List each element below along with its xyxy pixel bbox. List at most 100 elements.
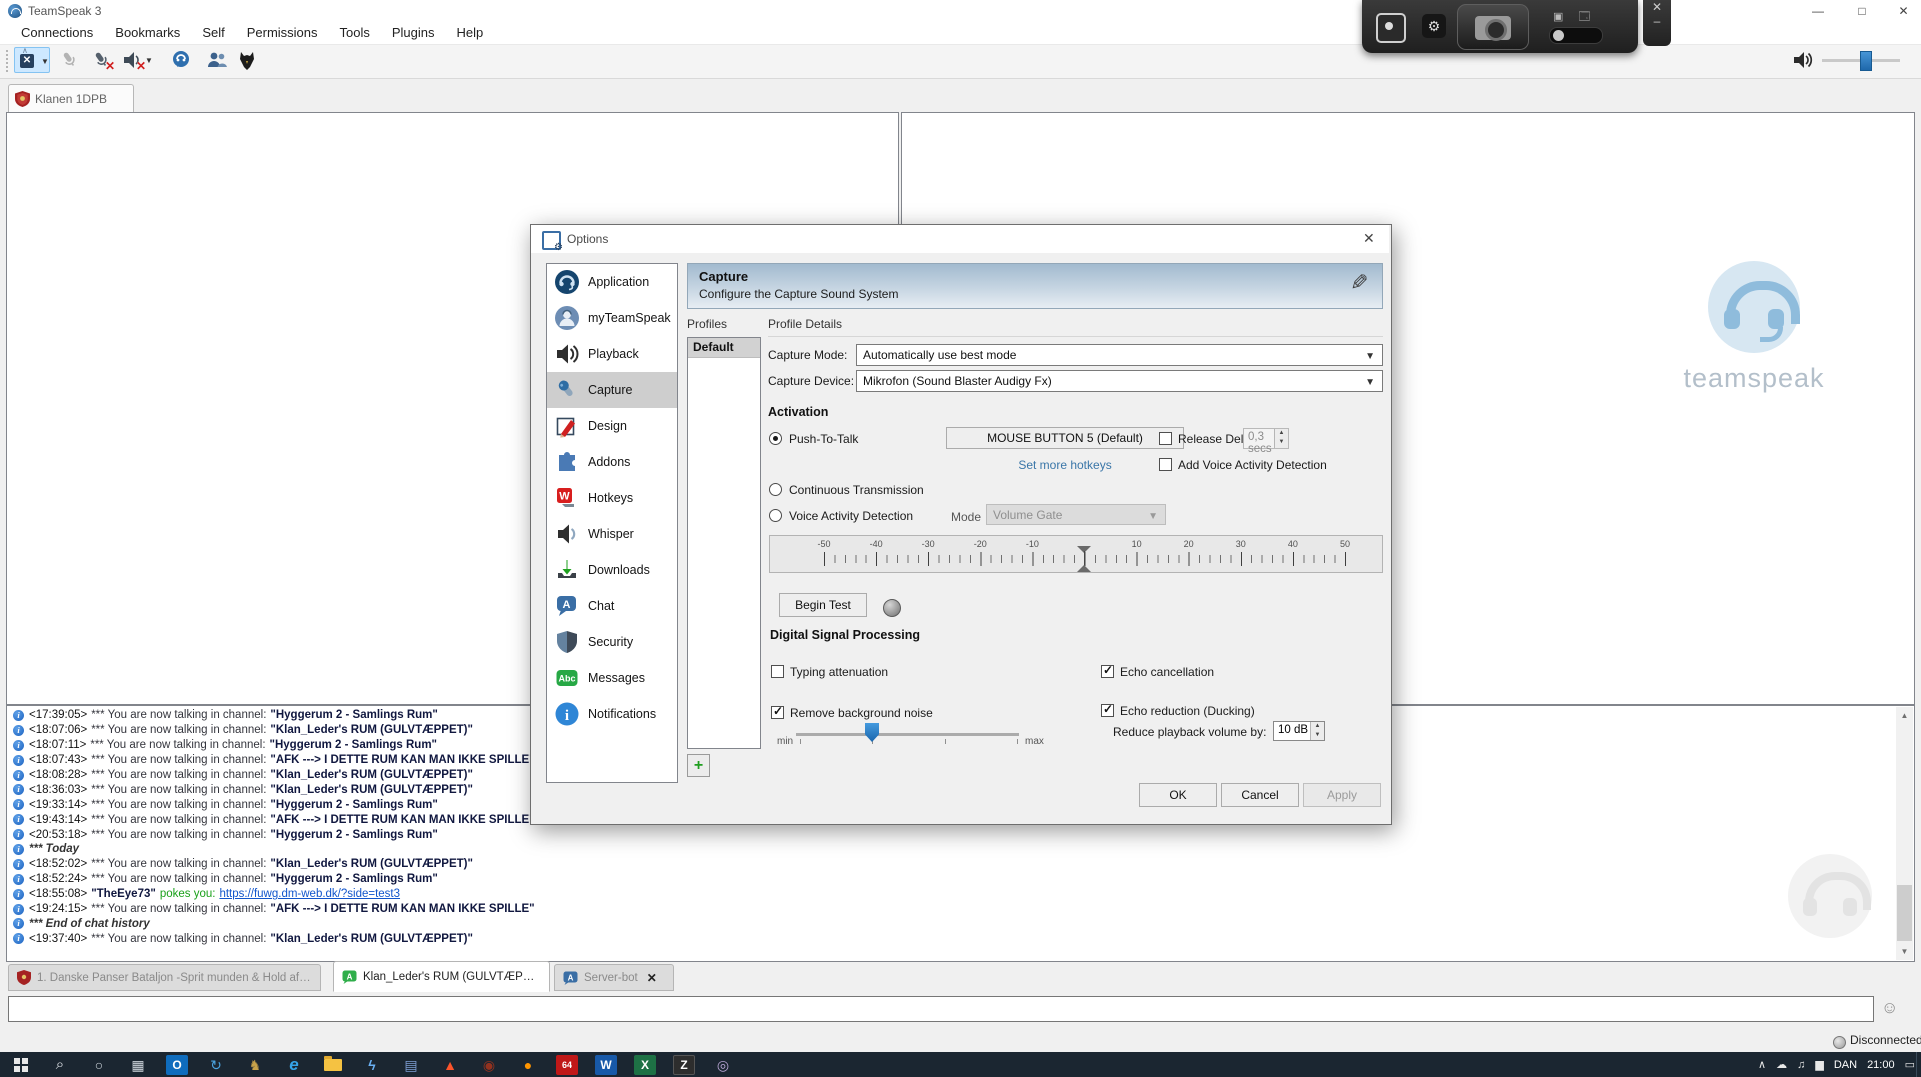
window-maximize-button[interactable]: □	[1842, 0, 1882, 22]
cancel-button[interactable]: Cancel	[1221, 783, 1299, 807]
away-toggle-button[interactable]: ∧ ✕ ▼	[14, 47, 50, 73]
taskbar-icon-search[interactable]: ⌕	[49, 1055, 71, 1075]
menu-item-permissions[interactable]: Permissions	[236, 22, 329, 44]
photo-video-toggle[interactable]: ▣ 🗔	[1547, 8, 1621, 46]
echo-reduction-checkbox[interactable]	[1101, 704, 1114, 717]
add-profile-button[interactable]: +	[687, 754, 710, 777]
continuous-transmission-radio[interactable]	[769, 483, 782, 496]
reduce-playback-spinner[interactable]: 10 dB ▲▼	[1273, 721, 1325, 741]
sidebar-item-notifications[interactable]: iNotifications	[547, 696, 677, 732]
chat-tab-1[interactable]: 1. Danske Panser Bataljon -Sprit munden …	[8, 964, 321, 991]
vad-radio[interactable]	[769, 509, 782, 522]
profiles-list[interactable]: Default	[687, 337, 761, 749]
ok-button[interactable]: OK	[1139, 783, 1217, 807]
taskbar-icon-sync[interactable]: ↻	[205, 1055, 227, 1075]
sidebar-item-design[interactable]: Design	[547, 408, 677, 444]
add-vad-checkbox[interactable]	[1159, 458, 1172, 471]
taskbar-icon-64[interactable]: 64	[556, 1055, 578, 1075]
volume-slider-handle[interactable]	[1860, 51, 1872, 71]
echo-cancellation-checkbox[interactable]	[1101, 665, 1114, 678]
background-noise-slider[interactable]: min max	[769, 723, 1059, 749]
tray-chevron-icon[interactable]: ∧	[1758, 1058, 1766, 1071]
taskbar-icon-swirl[interactable]: ◎	[712, 1055, 734, 1075]
menu-item-self[interactable]: Self	[191, 22, 235, 44]
taskbar-icon-floppy[interactable]: ▤	[400, 1055, 422, 1075]
taskbar-icon-brave[interactable]: ▲	[439, 1055, 461, 1075]
push-to-talk-radio[interactable]	[769, 432, 782, 445]
spinner-arrows-icon[interactable]: ▲▼	[1310, 722, 1324, 740]
taskbar-icon-firefox[interactable]: ●	[517, 1055, 539, 1075]
taskbar-icon-explorer[interactable]	[322, 1055, 344, 1075]
sidebar-item-hotkeys[interactable]: WHotkeys	[547, 480, 677, 516]
contacts-button[interactable]	[205, 47, 227, 73]
server-tab-klanen[interactable]: Klanen 1DPB	[8, 84, 134, 112]
sidebar-item-security[interactable]: Security	[547, 624, 677, 660]
mute-microphone-button[interactable]: ✕	[90, 47, 112, 73]
sidebar-item-downloads[interactable]: Downloads	[547, 552, 677, 588]
overlay-close-icon[interactable]: ✕	[1643, 0, 1671, 14]
wolf-plugin-button[interactable]	[237, 47, 259, 73]
sidebar-item-application[interactable]: Application	[547, 264, 677, 300]
chat-tab-2[interactable]: AKlan_Leder's RUM (GULVTÆPPET)	[333, 961, 550, 992]
capture-disabled-button[interactable]	[58, 47, 80, 73]
release-delay-checkbox[interactable]	[1159, 432, 1172, 445]
release-delay-spinner[interactable]: 0,3 secs ▲▼	[1243, 428, 1289, 449]
scroll-down-icon[interactable]: ▼	[1896, 943, 1913, 960]
tray-clock[interactable]: 21:00	[1867, 1059, 1895, 1071]
notification-center-icon[interactable]: ▭	[1905, 1058, 1915, 1071]
screenshot-settings-button[interactable]: ⚙	[1422, 14, 1446, 38]
taskbar-icon-edge[interactable]: e	[283, 1055, 305, 1075]
sidebar-item-playback[interactable]: Playback	[547, 336, 677, 372]
push-to-talk-hotkey-button[interactable]: MOUSE BUTTON 5 (Default)	[946, 427, 1184, 449]
tray-icon-2[interactable]: ▆	[1815, 1058, 1823, 1071]
taskbar-icon-start[interactable]	[10, 1055, 32, 1075]
taskbar-icon-wargaming[interactable]: ◉	[478, 1055, 500, 1075]
taskbar-icon-zip[interactable]: Z	[673, 1055, 695, 1075]
dialog-close-button[interactable]: ✕	[1363, 230, 1375, 247]
slider-handle[interactable]	[865, 723, 879, 742]
chat-input[interactable]	[8, 996, 1874, 1022]
taskbar-icon-word[interactable]: W	[595, 1055, 617, 1075]
tray-icon-1[interactable]: ♫	[1797, 1059, 1805, 1071]
emoticon-button[interactable]: ☺	[1881, 998, 1898, 1018]
voice-level-meter[interactable]: -50-40-30-20-101020304050	[769, 535, 1383, 573]
begin-test-button[interactable]: Begin Test	[779, 593, 867, 617]
chat-tab-3[interactable]: AServer-bot✕	[554, 964, 674, 991]
chat-scrollbar[interactable]: ▲ ▼	[1896, 707, 1913, 960]
tray-language[interactable]: DAN	[1834, 1059, 1857, 1071]
taskbar-icon-cortana[interactable]: ○	[88, 1055, 110, 1075]
sidebar-item-messages[interactable]: AbcMessages	[547, 660, 677, 696]
remove-background-noise-checkbox[interactable]	[771, 706, 784, 719]
taskbar-icon-task-view[interactable]: ▦	[127, 1055, 149, 1075]
myteamspeak-bubble-button[interactable]	[170, 47, 192, 73]
apply-button[interactable]: Apply	[1303, 783, 1381, 807]
show-desktop-button[interactable]	[1916, 1052, 1921, 1077]
scroll-up-icon[interactable]: ▲	[1896, 707, 1913, 724]
capture-mode-select[interactable]: Automatically use best mode▼	[856, 344, 1383, 366]
window-minimize-button[interactable]: —	[1798, 0, 1838, 22]
toggle-pill[interactable]	[1549, 27, 1603, 44]
typing-attenuation-checkbox[interactable]	[771, 665, 784, 678]
window-close-button[interactable]: ✕	[1886, 0, 1921, 22]
tray-icon-0[interactable]: ☁	[1776, 1058, 1787, 1071]
menu-item-plugins[interactable]: Plugins	[381, 22, 446, 44]
profile-item-default[interactable]: Default	[688, 338, 760, 358]
poke-link[interactable]: https://fuwg.dm-web.dk/?side=test3	[219, 888, 400, 900]
menu-item-help[interactable]: Help	[446, 22, 495, 44]
scrollbar-thumb[interactable]	[1897, 885, 1912, 941]
capture-device-select[interactable]: Mikrofon (Sound Blaster Audigy Fx)▼	[856, 370, 1383, 392]
mute-speakers-button[interactable]: ✕ ▼	[121, 47, 153, 73]
menu-item-connections[interactable]: Connections	[10, 22, 104, 44]
screenshot-region-button[interactable]	[1376, 13, 1406, 43]
menu-item-bookmarks[interactable]: Bookmarks	[104, 22, 191, 44]
taskbar-icon-flux[interactable]: ϟ	[361, 1055, 383, 1075]
sidebar-item-chat[interactable]: AChat	[547, 588, 677, 624]
level-meter-pointer[interactable]	[1077, 546, 1092, 572]
taskbar-icon-outlook[interactable]: O	[166, 1055, 188, 1075]
set-more-hotkeys-link[interactable]: Set more hotkeys	[946, 458, 1184, 472]
menu-item-tools[interactable]: Tools	[329, 22, 381, 44]
sidebar-item-capture[interactable]: Capture	[547, 372, 677, 408]
taskbar-icon-game[interactable]: ♞	[244, 1055, 266, 1075]
toolbar-drag-handle[interactable]	[6, 50, 11, 72]
taskbar-icon-excel[interactable]: X	[634, 1055, 656, 1075]
